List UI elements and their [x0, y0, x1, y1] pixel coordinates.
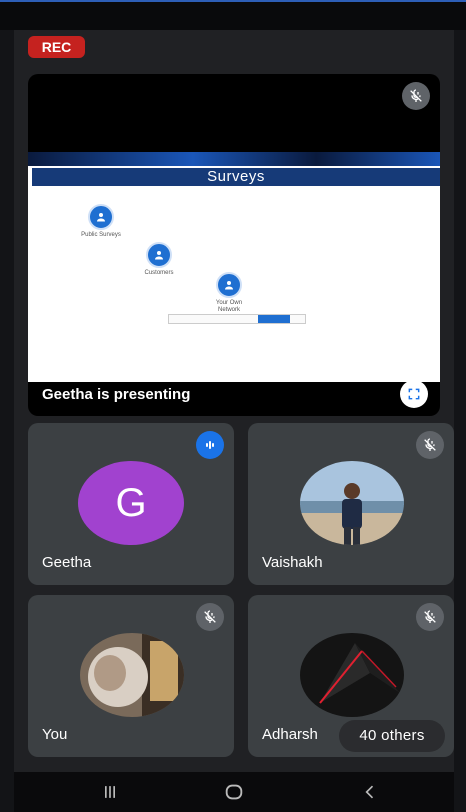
- slide-node-label: Customers: [144, 270, 174, 276]
- system-navigation-bar: [14, 772, 454, 812]
- mic-off-icon: [416, 603, 444, 631]
- person-icon: [146, 242, 172, 268]
- participant-name: Vaishakh: [262, 554, 323, 571]
- participant-tile-you[interactable]: You: [28, 595, 234, 757]
- slide-header-band: [28, 152, 440, 166]
- fullscreen-button[interactable]: [400, 380, 428, 408]
- shared-slide: Surveys Public Surveys Customers Your Ow…: [28, 152, 440, 382]
- slide-secondary-button: [293, 315, 307, 323]
- slide-node-label: Your Own Network: [215, 300, 243, 313]
- recent-apps-icon: [105, 786, 115, 798]
- slide-title: Surveys: [32, 168, 440, 186]
- participant-tile-vaishakh[interactable]: Vaishakh: [248, 423, 454, 585]
- slide-node-label: Public Surveys: [81, 232, 121, 238]
- participant-name: Adharsh: [262, 726, 318, 743]
- participant-tile-geetha[interactable]: G Geetha: [28, 423, 234, 585]
- back-icon: [365, 785, 374, 799]
- recent-apps-button[interactable]: [90, 780, 130, 804]
- recording-badge: REC: [28, 36, 85, 58]
- avatar: [300, 633, 404, 717]
- home-button[interactable]: [214, 780, 254, 804]
- meeting-stage: REC Surveys Public Surveys Customers You…: [14, 30, 454, 772]
- person-icon: [216, 272, 242, 298]
- mic-off-icon: [402, 82, 430, 110]
- presentation-tile[interactable]: Surveys Public Surveys Customers Your Ow…: [28, 74, 440, 416]
- avatar: G: [78, 461, 184, 545]
- audio-level-icon: [196, 431, 224, 459]
- avatar: [80, 633, 184, 717]
- mic-off-icon: [416, 431, 444, 459]
- person-icon: [88, 204, 114, 230]
- mic-off-icon: [196, 603, 224, 631]
- avatar: [300, 461, 404, 545]
- presenting-label: Geetha is presenting: [42, 386, 191, 403]
- home-icon: [225, 784, 243, 800]
- status-bar: [0, 0, 466, 30]
- slide-action-button: [258, 315, 290, 323]
- fullscreen-icon: [408, 388, 420, 400]
- others-count-chip[interactable]: 40 others: [339, 720, 445, 752]
- back-button[interactable]: [350, 780, 390, 804]
- participant-name: You: [42, 726, 68, 743]
- participant-name: Geetha: [42, 554, 92, 571]
